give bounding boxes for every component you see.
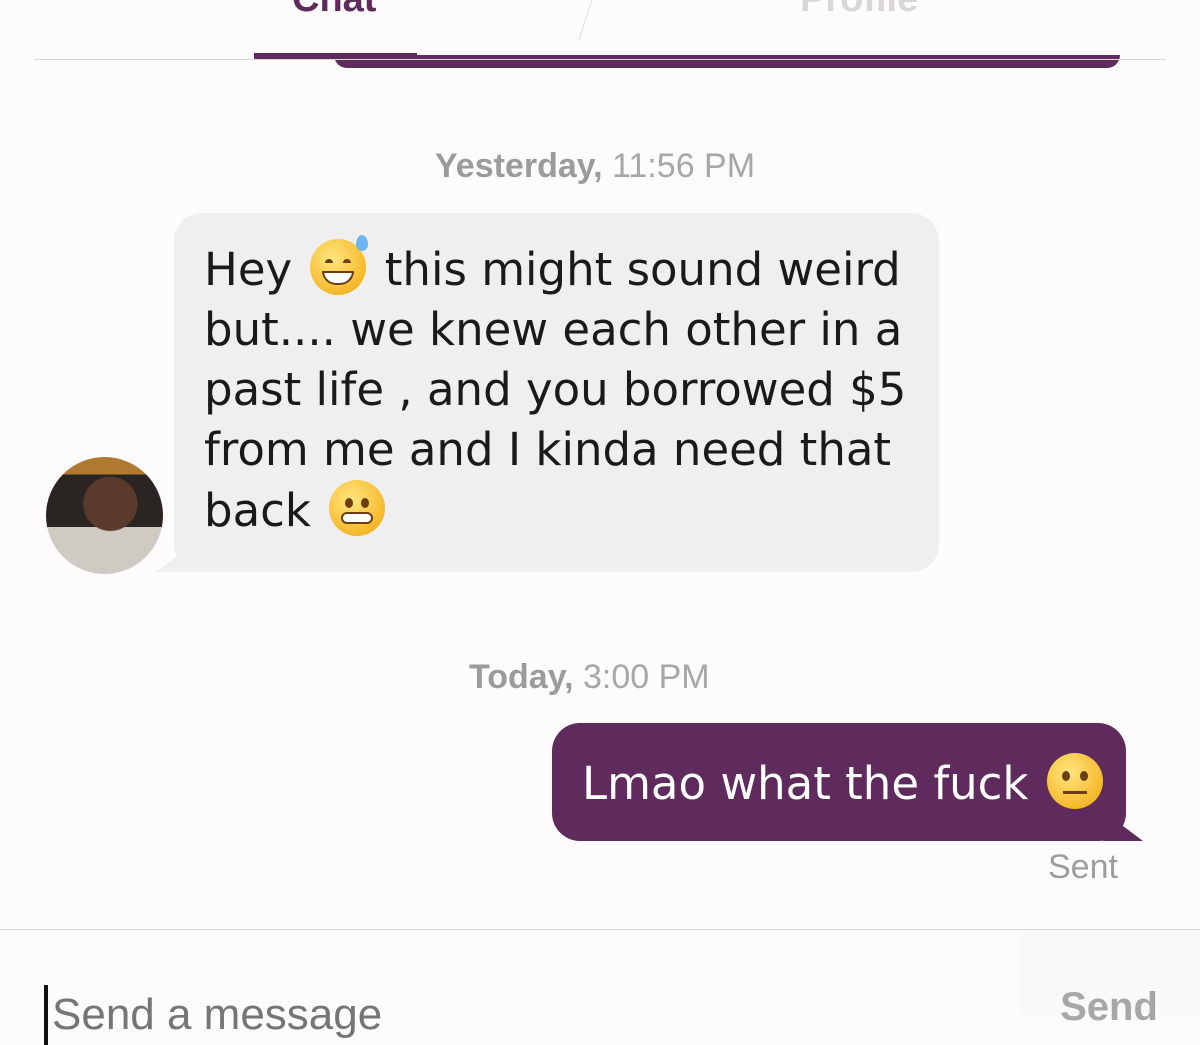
- message-text: but.... we knew each other in a: [204, 303, 903, 356]
- incoming-message-bubble: Hey this might sound weird but.... we kn…: [174, 213, 939, 572]
- timestamp: Today, 3:00 PM: [469, 658, 710, 697]
- composer: Send: [0, 930, 1200, 1045]
- tab-bar: Chat Profile: [0, 0, 1200, 60]
- sweat-smile-emoji-icon: [310, 235, 369, 295]
- message-status: Sent: [1048, 848, 1118, 886]
- tab-chat[interactable]: Chat: [292, 0, 376, 21]
- raised-eyebrow-emoji-icon: [1046, 753, 1103, 809]
- tab-separator: [578, 0, 593, 40]
- timestamp: Yesterday, 11:56 PM: [435, 147, 755, 186]
- previous-message-bubble: [334, 55, 1120, 68]
- timestamp-day: Yesterday,: [435, 147, 603, 185]
- timestamp-time: 3:00 PM: [582, 658, 710, 696]
- outgoing-message-bubble: Lmao what the fuck: [552, 723, 1126, 841]
- avatar[interactable]: [46, 457, 163, 574]
- message-text: back: [204, 484, 311, 537]
- timestamp-time: 11:56 PM: [612, 147, 756, 185]
- message-text: from me and I kinda need that: [204, 423, 892, 476]
- send-button[interactable]: Send: [1018, 930, 1200, 1029]
- message-text: Hey: [204, 243, 293, 296]
- message-text: this might sound weird: [384, 243, 901, 296]
- tab-profile[interactable]: Profile: [800, 0, 918, 21]
- message-text: Lmao what the fuck: [582, 757, 1029, 810]
- timestamp-day: Today,: [469, 658, 574, 696]
- grimacing-emoji-icon: [329, 480, 386, 536]
- header-divider: [34, 59, 1166, 60]
- message-text: past life , and you borrowed $5: [204, 363, 907, 416]
- message-input[interactable]: [44, 985, 952, 1045]
